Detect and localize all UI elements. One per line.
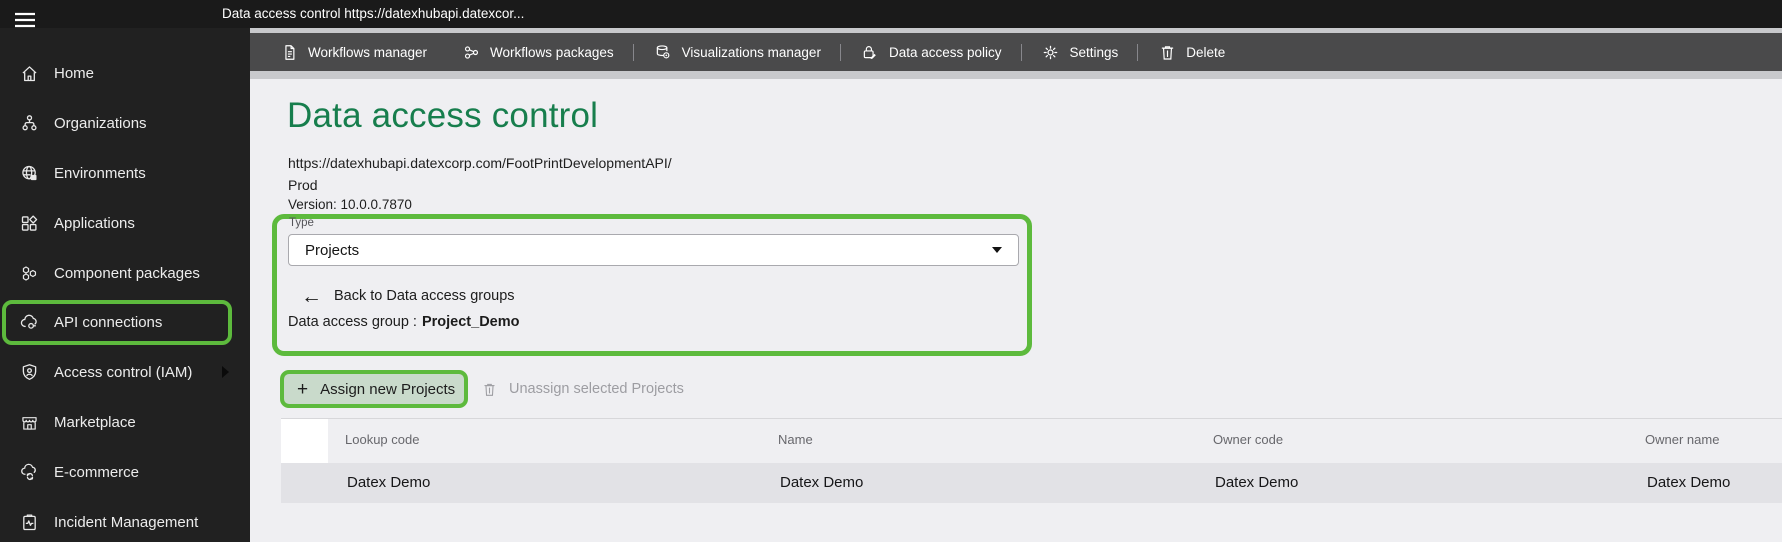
cloud-sync-icon: [18, 461, 40, 483]
cell-owner-code: Datex Demo: [1215, 474, 1299, 491]
document-icon: [279, 42, 299, 62]
cell-owner-name: Datex Demo: [1647, 474, 1731, 491]
clipboard-pulse-icon: [18, 511, 40, 533]
gear-icon: [1041, 42, 1061, 62]
type-field-label: Type: [289, 217, 314, 229]
sidebar-item-home[interactable]: Home: [0, 51, 250, 95]
table-top-border: [281, 418, 1782, 419]
sidebar-item-label: Applications: [54, 214, 135, 232]
sidebar-item-label: Home: [54, 64, 95, 82]
assign-new-projects-button[interactable]: + Assign new Projects: [284, 374, 464, 404]
version-label: Version: 10.0.0.7870: [288, 197, 412, 212]
app-grid-icon: [18, 212, 40, 234]
column-header-owner-code[interactable]: Owner code: [1213, 432, 1283, 447]
globe-icon: [18, 162, 40, 184]
trash-icon: [1157, 42, 1177, 62]
toolbar-data-access-policy[interactable]: Data access policy: [843, 33, 1019, 71]
type-select[interactable]: Projects: [288, 234, 1019, 266]
sidebar-item-label: Organizations: [54, 114, 147, 132]
toolbar-divider: [632, 43, 634, 61]
toolbar-item-label: Settings: [1069, 44, 1119, 60]
trash-icon: [481, 381, 498, 398]
storefront-icon: [18, 411, 40, 433]
toolbar-divider: [1020, 43, 1022, 61]
toolbar-workflows-manager[interactable]: Workflows manager: [262, 33, 444, 71]
data-access-group-line: Data access group : Project_Demo: [288, 314, 519, 330]
sidebar-item-organizations[interactable]: Organizations: [0, 101, 250, 145]
api-url: https://datexhubapi.datexcorp.com/FootPr…: [288, 155, 672, 171]
annotation-highlight-assign-button: + Assign new Projects: [280, 370, 468, 408]
group-label: Data access group :: [288, 314, 417, 330]
shield-user-icon: [18, 361, 40, 383]
select-all-cell[interactable]: [281, 419, 328, 463]
unassign-button-label: Unassign selected Projects: [509, 381, 684, 397]
hexagons-icon: [18, 262, 40, 284]
lock-edit-icon: [860, 42, 880, 62]
toolbar-item-label: Visualizations manager: [681, 44, 821, 60]
sidebar-item-label: Component packages: [54, 264, 200, 282]
environment-label: Prod: [288, 177, 318, 193]
sidebar-item-access-control-iam[interactable]: Access control (IAM): [0, 350, 250, 394]
toolbar-divider: [839, 43, 841, 61]
back-to-data-access-groups-link[interactable]: ← Back to Data access groups: [301, 283, 515, 309]
home-icon: [18, 62, 40, 84]
toolbar-item-label: Data access policy: [888, 44, 1002, 60]
toolbar-item-label: Workflows manager: [308, 44, 428, 60]
back-link-label: Back to Data access groups: [334, 288, 515, 304]
table-row[interactable]: Datex Demo Datex Demo Datex Demo Datex D…: [281, 463, 1782, 503]
unassign-selected-projects-button[interactable]: Unassign selected Projects: [481, 370, 684, 408]
title-bar: Data access control https://datexhubapi.…: [0, 0, 1782, 28]
column-header-owner-name[interactable]: Owner name: [1645, 432, 1719, 447]
toolbar-settings[interactable]: Settings: [1024, 33, 1136, 71]
column-header-name[interactable]: Name: [778, 432, 813, 447]
toolbar-divider: [1137, 43, 1139, 61]
sidebar-item-component-packages[interactable]: Component packages: [0, 251, 250, 295]
sidebar-item-environments[interactable]: Environments: [0, 151, 250, 195]
window-title: Data access control https://datexhubapi.…: [222, 6, 525, 21]
cell-lookup-code: Datex Demo: [347, 474, 431, 491]
cloud-link-icon: [18, 311, 40, 333]
assign-button-label: Assign new Projects: [320, 380, 456, 398]
toolbar-item-label: Workflows packages: [490, 44, 614, 60]
sidebar-item-label: Marketplace: [54, 413, 136, 431]
app-window: Data access control https://datexhubapi.…: [0, 0, 1782, 542]
sidebar-item-label: E-commerce: [54, 463, 140, 481]
hamburger-menu-icon[interactable]: [14, 12, 36, 28]
database-eye-icon: [653, 42, 673, 62]
toolbar: Workflows manager Workflows packages Vis…: [250, 33, 1782, 71]
group-value: Project_Demo: [421, 314, 520, 330]
sidebar-item-label: Environments: [54, 164, 146, 182]
branch-nodes-icon: [461, 42, 481, 62]
toolbar-item-label: Delete: [1186, 44, 1226, 60]
sidebar-item-applications[interactable]: Applications: [0, 201, 250, 245]
type-select-value: Projects: [305, 241, 360, 259]
chevron-down-icon: [992, 247, 1002, 253]
sidebar-item-e-commerce[interactable]: E-commerce: [0, 450, 250, 494]
sidebar-item-api-connections[interactable]: API connections: [0, 300, 250, 344]
sidebar: Home Organizations Environments Applicat…: [0, 28, 250, 542]
plus-icon: +: [297, 378, 309, 400]
sidebar-item-label: Access control (IAM): [54, 363, 193, 381]
page-title: Data access control: [287, 96, 599, 135]
cell-name: Datex Demo: [780, 474, 864, 491]
chevron-right-icon: [222, 366, 229, 378]
sidebar-item-marketplace[interactable]: Marketplace: [0, 400, 250, 444]
sidebar-item-incident-management[interactable]: Incident Management: [0, 500, 250, 542]
toolbar-visualizations-manager[interactable]: Visualizations manager: [636, 33, 838, 71]
sidebar-item-label: API connections: [54, 313, 163, 331]
toolbar-workflows-packages[interactable]: Workflows packages: [444, 33, 631, 71]
sidebar-item-label: Incident Management: [54, 513, 199, 531]
back-arrow-icon: ←: [301, 284, 322, 308]
column-header-lookup-code[interactable]: Lookup code: [345, 432, 419, 447]
toolbar-delete[interactable]: Delete: [1140, 33, 1242, 71]
org-chart-icon: [18, 112, 40, 134]
